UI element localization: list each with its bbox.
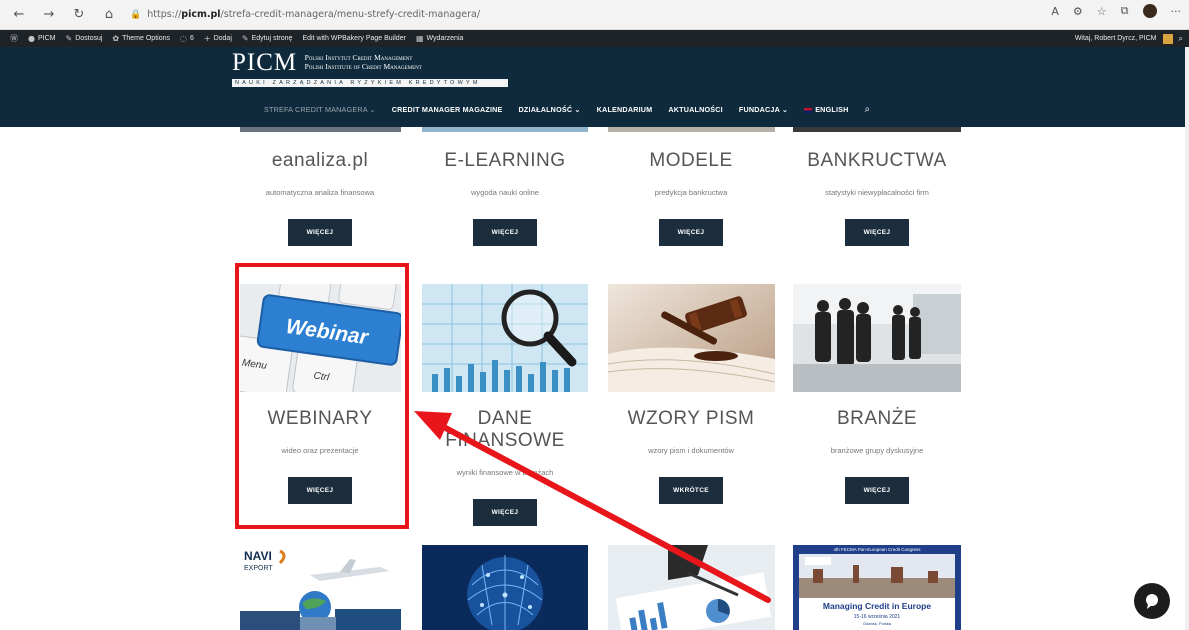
annotation-arrow bbox=[414, 411, 771, 603]
chat-widget-button[interactable] bbox=[1134, 583, 1170, 619]
chat-icon bbox=[1146, 594, 1158, 609]
page-scrollbar[interactable] bbox=[1185, 47, 1189, 630]
